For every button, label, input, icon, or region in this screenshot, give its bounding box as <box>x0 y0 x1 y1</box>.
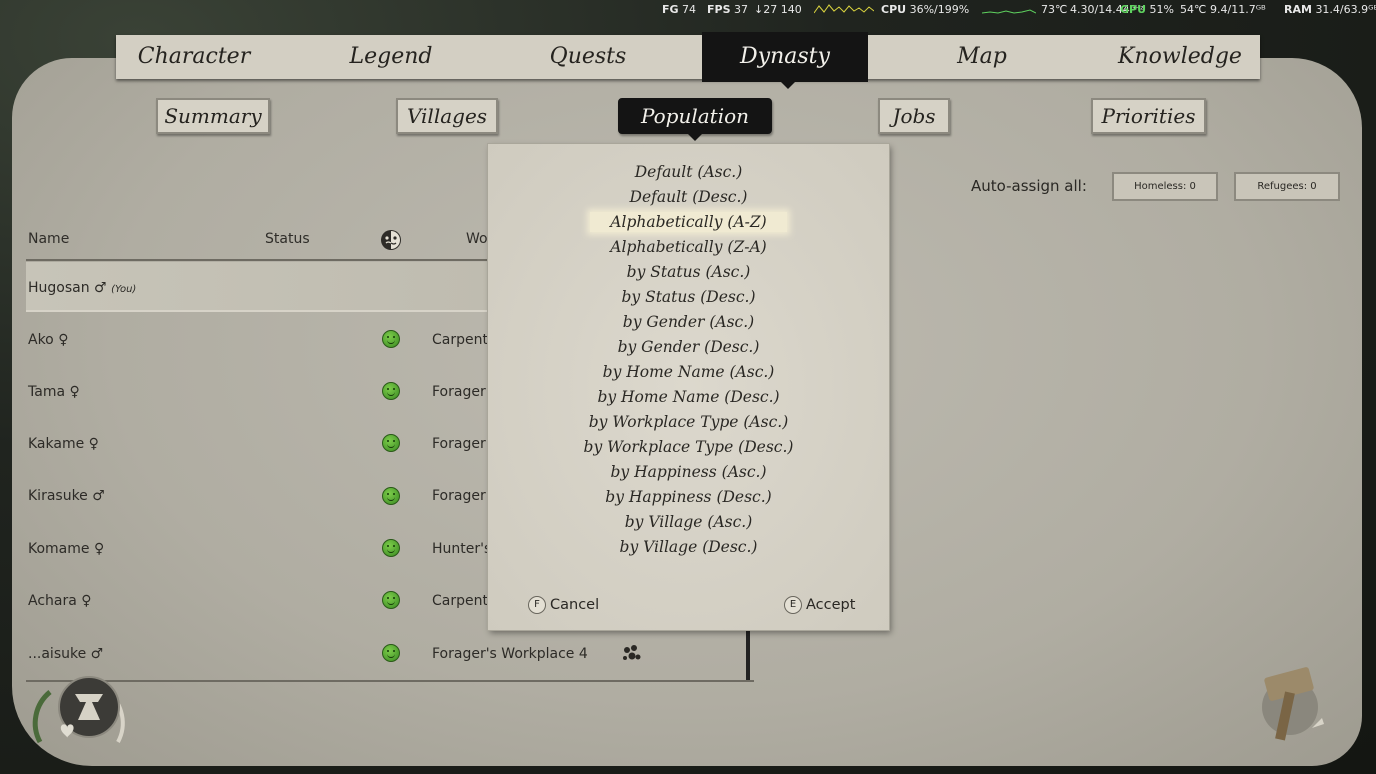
tab-character[interactable]: Character <box>114 35 274 79</box>
happy-face-icon <box>382 382 400 400</box>
accept-button[interactable]: E Accept <box>784 596 855 614</box>
sort-option[interactable]: Alphabetically (Z-A) <box>488 236 889 258</box>
mask-icon[interactable] <box>380 229 402 255</box>
sort-option[interactable]: by Status (Desc.) <box>488 286 889 308</box>
performance-overlay: FG 74 FPS 37 ↓27 140 CPU 36%/199% 73℃ 4.… <box>0 0 1376 20</box>
table-row-name[interactable]: Kirasuke ♂ <box>28 488 105 504</box>
subtab-summary[interactable]: Summary <box>156 98 270 134</box>
table-row-workplace: Hunter's <box>432 541 492 557</box>
cancel-button[interactable]: F Cancel <box>528 596 599 614</box>
happy-face-icon <box>382 434 400 452</box>
sort-option[interactable]: by Village (Asc.) <box>488 511 889 533</box>
table-row-workplace: Carpent <box>432 332 488 348</box>
sort-option[interactable]: by Workplace Type (Desc.) <box>488 436 889 458</box>
tab-map[interactable]: Map <box>902 35 1062 79</box>
auto-assign-label: Auto-assign all: <box>971 177 1087 195</box>
table-row-name[interactable]: Komame ♀ <box>28 541 104 557</box>
table-row-name[interactable]: ...aisuke ♂ <box>28 646 103 662</box>
cpu-usage: CPU 36%/199% <box>881 3 970 16</box>
sort-option[interactable]: by Happiness (Desc.) <box>488 486 889 508</box>
player-status-widget <box>30 672 128 764</box>
header-divider <box>26 259 488 261</box>
subtab-villages[interactable]: Villages <box>396 98 498 134</box>
subtab-jobs[interactable]: Jobs <box>878 98 950 134</box>
sort-option[interactable]: by Village (Desc.) <box>488 536 889 558</box>
column-workplace-header[interactable]: Wo <box>466 231 488 247</box>
active-tab-caret-icon <box>780 81 796 89</box>
sort-option[interactable]: by Workplace Type (Asc.) <box>488 411 889 433</box>
sort-option[interactable]: Default (Desc.) <box>488 186 889 208</box>
f-key-icon: F <box>528 596 546 614</box>
sort-option[interactable]: Default (Asc.) <box>488 161 889 183</box>
fps-counter: FPS 37 <box>707 3 748 16</box>
sort-option[interactable]: by Gender (Desc.) <box>488 336 889 358</box>
happy-face-icon <box>382 539 400 557</box>
tab-legend[interactable]: Legend <box>311 35 471 79</box>
cpu-temp: 73℃ <box>1041 3 1068 16</box>
refugees-button[interactable]: Refugees: 0 <box>1234 172 1340 201</box>
sort-option[interactable]: by Home Name (Asc.) <box>488 361 889 383</box>
active-subtab-caret-icon <box>688 134 702 141</box>
happy-face-icon <box>382 644 400 662</box>
frametime-graph-icon <box>814 4 874 14</box>
homeless-button[interactable]: Homeless: 0 <box>1112 172 1218 201</box>
table-row-workplace: Carpent <box>432 593 488 609</box>
tab-knowledge[interactable]: Knowledge <box>1100 35 1260 79</box>
sort-option[interactable]: by Happiness (Asc.) <box>488 461 889 483</box>
vram: 9.4/11.7ᴳᴮ <box>1210 3 1266 16</box>
table-scrollbar[interactable] <box>746 630 750 680</box>
gpu-usage: GPU 51% <box>1120 3 1174 16</box>
main-tab-bar: Character Legend Quests Dynasty Map Know… <box>114 32 1260 82</box>
subtab-priorities[interactable]: Priorities <box>1091 98 1206 134</box>
table-row-name[interactable]: Ako ♀ <box>28 332 68 348</box>
happy-face-icon <box>382 330 400 348</box>
sort-option-selected[interactable]: Alphabetically (A-Z) <box>488 211 889 233</box>
happy-face-icon <box>382 591 400 609</box>
row-divider <box>26 310 488 312</box>
frametime: ↓27 140 <box>754 3 802 16</box>
cpu-graph-icon <box>982 9 1036 14</box>
player-name: Hugosan ♂ (You) <box>28 280 137 296</box>
subtab-population[interactable]: Population <box>618 98 772 134</box>
forager-workplace-icon <box>621 643 643 667</box>
sort-option[interactable]: by Status (Asc.) <box>488 261 889 283</box>
tab-dynasty[interactable]: Dynasty <box>702 32 868 82</box>
tool-hammer-icon <box>1250 662 1350 762</box>
table-row-name[interactable]: Tama ♀ <box>28 384 80 400</box>
sort-option[interactable]: by Gender (Asc.) <box>488 311 889 333</box>
table-row-name[interactable]: Kakame ♀ <box>28 436 99 452</box>
sort-option[interactable]: by Home Name (Desc.) <box>488 386 889 408</box>
happy-face-icon <box>382 487 400 505</box>
sort-popup: Default (Asc.) Default (Desc.) Alphabeti… <box>488 144 889 630</box>
column-status-header[interactable]: Status <box>265 231 310 247</box>
gpu-temp: 54℃ <box>1180 3 1207 16</box>
column-name-header[interactable]: Name <box>28 231 69 247</box>
table-row-workplace: Forager's Workplace 4 <box>432 646 588 662</box>
fg-counter: FG 74 <box>662 3 697 16</box>
ram-usage: RAM 31.4/63.9ᴳᴮ <box>1284 3 1376 16</box>
tab-quests[interactable]: Quests <box>508 35 668 79</box>
e-key-icon: E <box>784 596 802 614</box>
table-bottom-border <box>26 680 754 682</box>
table-row-name[interactable]: Achara ♀ <box>28 593 92 609</box>
